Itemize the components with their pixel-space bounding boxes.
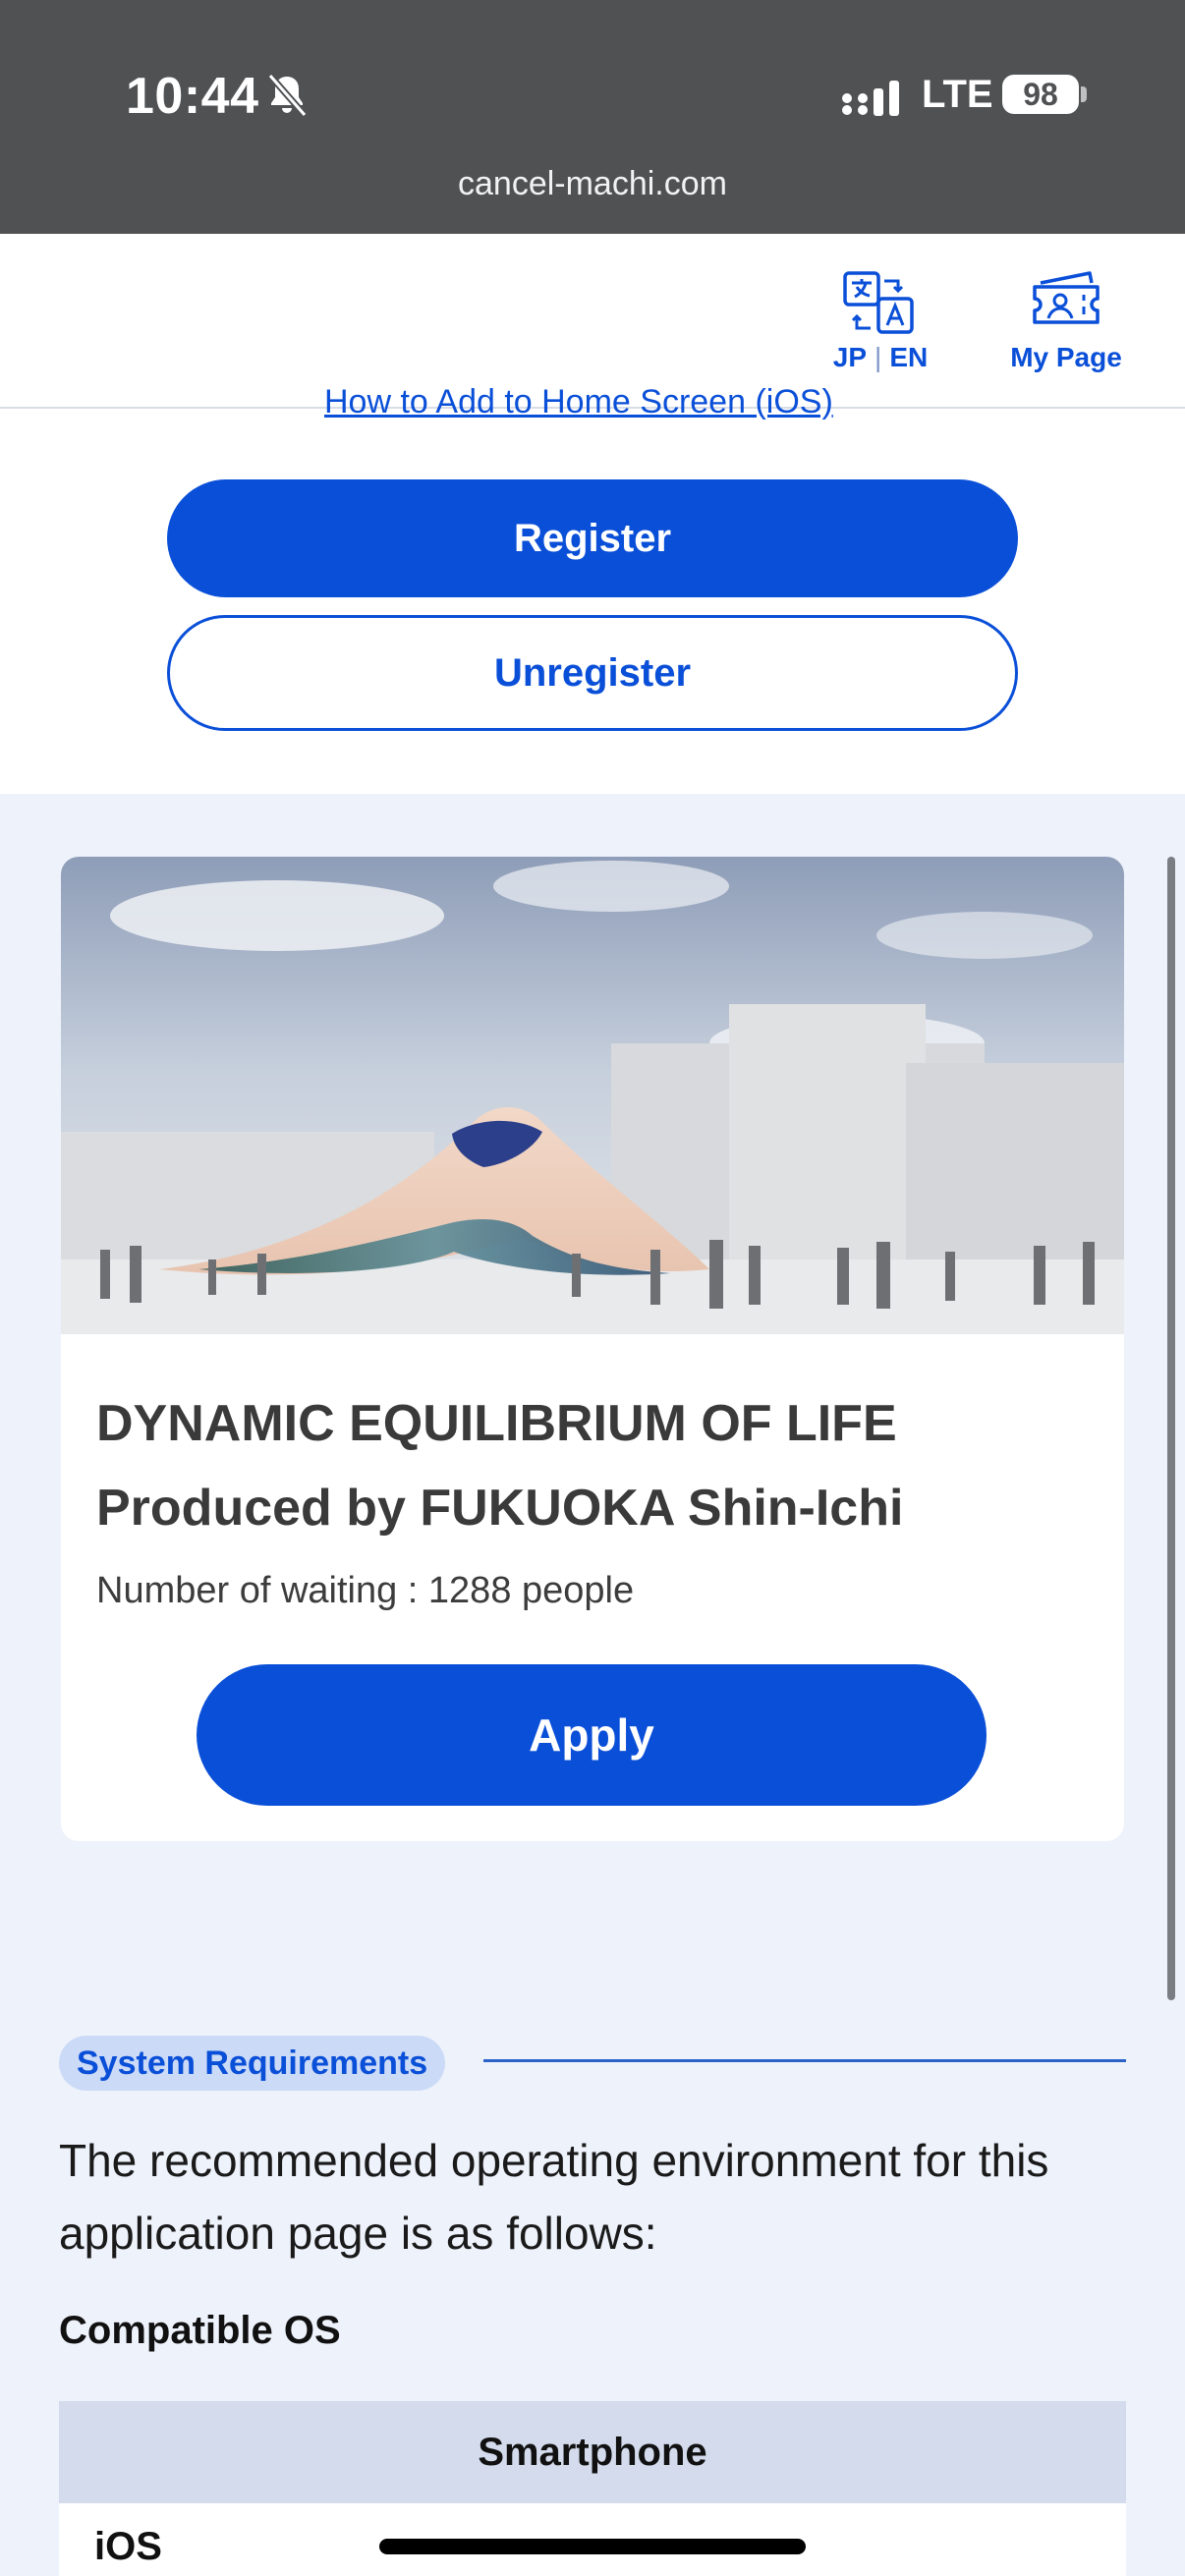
compatible-os-heading: Compatible OS (59, 2309, 341, 2352)
network-type: LTE (922, 73, 993, 116)
address-bar[interactable]: cancel-machi.com (0, 165, 1185, 203)
language-switch-button[interactable]: JP | EN (821, 269, 939, 387)
register-section: How to Add to Home Screen (iOS) Register… (0, 383, 1185, 794)
scrollbar[interactable] (1167, 857, 1175, 2000)
waiting-count: Number of waiting : 1288 people (96, 1570, 635, 1611)
os-row-label: iOS (94, 2525, 162, 2568)
signal-icon (842, 81, 899, 116)
pavilion-card: DYNAMIC EQUILIBRIUM OF LIFE Produced by … (61, 857, 1124, 1841)
unregister-button[interactable]: Unregister (167, 615, 1018, 731)
my-page-label: My Page (1010, 342, 1122, 372)
register-button[interactable]: Register (167, 479, 1018, 597)
bell-off-icon (267, 73, 308, 118)
battery-icon: 98 (1002, 75, 1079, 114)
language-label: JP | EN (821, 342, 939, 373)
pavilion-image (61, 857, 1124, 1334)
battery-level: 98 (1023, 77, 1058, 112)
status-time: 10:44 (126, 68, 259, 125)
apply-button[interactable]: Apply (197, 1664, 987, 1806)
section-divider (483, 2059, 1126, 2062)
system-requirements-description: The recommended operating environment fo… (59, 2135, 1049, 2259)
table-header-smartphone: Smartphone (59, 2401, 1126, 2503)
pavilion-title: DYNAMIC EQUILIBRIUM OF LIFE Produced by … (96, 1381, 1089, 1550)
battery-tip (1081, 86, 1087, 102)
status-bar: 10:44 LTE 98 cancel-machi.com (0, 0, 1185, 234)
lang-separator: | (875, 342, 882, 372)
pavilion-title-line1: DYNAMIC EQUILIBRIUM OF LIFE (96, 1395, 897, 1452)
ticket-user-icon (1033, 271, 1100, 324)
my-page-button[interactable]: My Page (992, 269, 1140, 387)
pavilion-title-line2: Produced by FUKUOKA Shin-Ichi (96, 1480, 904, 1537)
home-screen-guide-link[interactable]: How to Add to Home Screen (iOS) (324, 383, 861, 422)
home-indicator[interactable] (379, 2539, 806, 2554)
translate-icon (843, 271, 914, 334)
system-requirements-badge: System Requirements (59, 2036, 446, 2091)
lang-jp: JP (832, 342, 868, 372)
lang-en: EN (889, 342, 929, 372)
